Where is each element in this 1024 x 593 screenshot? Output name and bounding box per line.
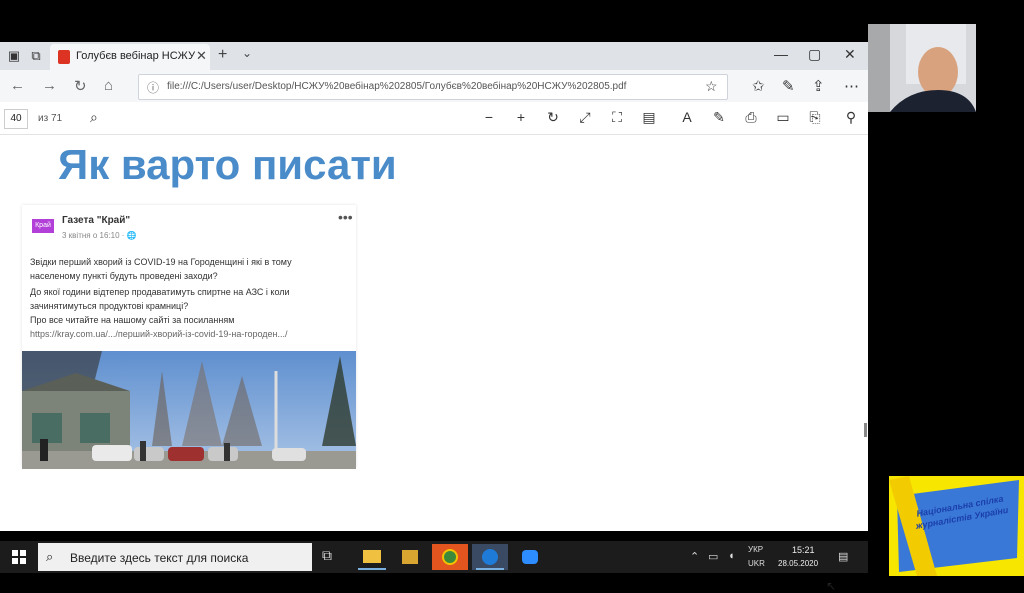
page-view-icon[interactable]: ▤ <box>640 109 658 126</box>
battery-icon[interactable]: ▭ <box>708 550 718 563</box>
pen-icon[interactable]: ✎ <box>782 77 795 95</box>
post-text-line: Про все читайте на нашому сайті за посил… <box>30 315 235 325</box>
globe-icon: 🌐 <box>126 231 137 240</box>
search-icon[interactable]: ⌕ <box>90 109 98 126</box>
union-logo: Національна спілка журналістів України <box>889 476 1024 576</box>
rotate-icon[interactable]: ↻ <box>544 109 562 126</box>
refresh-icon[interactable]: ↻ <box>74 77 87 95</box>
back-icon[interactable]: ← <box>10 77 25 94</box>
pin-icon[interactable]: ⚲ <box>842 109 860 126</box>
pdf-file-icon <box>58 50 70 64</box>
home-icon[interactable]: ⌂ <box>104 77 113 94</box>
maximize-icon[interactable]: ▢ <box>808 46 821 63</box>
page-count: из 71 <box>38 113 63 124</box>
read-aloud-icon[interactable]: A <box>678 109 696 125</box>
full-screen-icon[interactable]: ⛶ <box>608 109 626 126</box>
close-icon[interactable]: ✕ <box>844 46 856 63</box>
post-text-line: населеному пункті будуть проведені заход… <box>30 271 218 281</box>
navigation-bar: ← → ↻ ⌂ ⓘ file:///C:/Users/user/Desktop/… <box>0 70 868 102</box>
media-player-icon[interactable] <box>392 544 428 570</box>
draw-icon[interactable]: ✎ <box>710 109 728 126</box>
file-explorer-icon[interactable] <box>354 544 390 570</box>
search-placeholder: Введите здесь текст для поиска <box>70 551 249 565</box>
zoom-in-icon[interactable]: + <box>512 109 530 125</box>
post-link[interactable]: https://kray.com.ua/.../перший-хворий-із… <box>30 329 288 339</box>
pdf-page: Як варто писати Край Газета "Край" 3 кві… <box>0 135 867 593</box>
search-icon: ⌕ <box>46 549 54 564</box>
forward-icon[interactable]: → <box>42 77 57 94</box>
slide-title: Як варто писати <box>58 141 397 188</box>
tab-actions-icon[interactable]: ⧉ <box>28 48 44 64</box>
minimize-icon[interactable]: — <box>774 46 788 62</box>
zoom-icon[interactable] <box>512 544 548 570</box>
post-text-line: Звідки перший хворий із COVID-19 на Горо… <box>30 257 292 267</box>
post-text-line: До якої години відтепер продаватимуть сп… <box>30 287 290 297</box>
language-indicator[interactable]: УКР <box>748 545 763 554</box>
taskbar: ⌕ Введите здесь текст для поиска ⧉ ⌃ ▭ ◖… <box>0 541 868 573</box>
title-bar: ▣ ⧉ Голубєв вебінар НСЖУ ✕ + ⌄ — ▢ ✕ <box>0 42 868 70</box>
post-more-icon[interactable]: ••• <box>338 209 353 225</box>
clock-time[interactable]: 15:21 <box>792 545 815 555</box>
fit-page-icon[interactable]: ⤢ <box>576 109 594 126</box>
volume-icon[interactable]: ◖ <box>728 550 735 562</box>
page-number-input[interactable]: 40 <box>4 109 28 129</box>
address-text[interactable]: file:///C:/Users/user/Desktop/НСЖУ%20веб… <box>167 81 626 92</box>
more-icon[interactable]: ⋯ <box>844 77 859 95</box>
save-as-icon[interactable]: ⎘ <box>806 109 824 126</box>
browser-window: ▣ ⧉ Голубєв вебінар НСЖУ ✕ + ⌄ — ▢ ✕ ← →… <box>0 42 868 593</box>
post-text-line: зачинятимуться продуктові крамниці? <box>30 301 189 311</box>
post-date-text: 3 квітня о 16:10 · <box>62 231 127 240</box>
share-icon[interactable]: ⇪ <box>812 77 825 95</box>
pdf-toolbar: 40 из 71 ⌕ − + ↻ ⤢ ⛶ ▤ A ✎ ⎙ ▭ ⎘ ⚲ <box>0 102 868 135</box>
tab-close-icon[interactable]: ✕ <box>196 48 207 64</box>
avatar[interactable]: Край <box>32 219 54 233</box>
scrollbar[interactable] <box>864 423 867 437</box>
chevron-down-icon[interactable]: ⌄ <box>242 46 252 60</box>
favorites-icon[interactable]: ✩ <box>752 77 765 95</box>
task-view-icon[interactable]: ⧉ <box>322 547 332 564</box>
save-icon[interactable]: ▭ <box>774 109 792 126</box>
mouse-cursor-icon: ↖ <box>826 579 837 593</box>
new-tab-button[interactable]: + <box>218 46 227 64</box>
chevron-up-icon[interactable]: ⌃ <box>690 550 699 563</box>
post-author[interactable]: Газета "Край" <box>62 215 130 226</box>
facebook-post: Край Газета "Край" 3 квітня о 16:10 · 🌐 … <box>22 205 356 469</box>
favorite-star-icon[interactable]: ☆ <box>705 78 718 95</box>
edge-icon[interactable] <box>472 544 508 570</box>
tab-title: Голубєв вебінар НСЖУ <box>76 50 196 62</box>
windows-start-icon[interactable] <box>12 550 26 564</box>
webcam-video <box>868 24 976 112</box>
post-date: 3 квітня о 16:10 · 🌐 <box>62 231 137 240</box>
zoom-out-icon[interactable]: − <box>480 109 498 125</box>
language-indicator-sub[interactable]: UKR <box>748 559 765 568</box>
post-photo[interactable] <box>22 351 356 469</box>
chrome-icon[interactable] <box>432 544 468 570</box>
address-bar[interactable]: ⓘ file:///C:/Users/user/Desktop/НСЖУ%20в… <box>138 74 728 100</box>
taskbar-search[interactable]: ⌕ Введите здесь текст для поиска <box>38 543 312 571</box>
clock-date[interactable]: 28.05.2020 <box>778 559 818 568</box>
workspaces-icon[interactable]: ▣ <box>6 48 22 64</box>
print-icon[interactable]: ⎙ <box>742 109 760 126</box>
info-icon[interactable]: ⓘ <box>147 79 159 96</box>
notifications-icon[interactable]: ▤ <box>838 550 848 563</box>
tab-active[interactable]: Голубєв вебінар НСЖУ ✕ <box>50 44 210 70</box>
